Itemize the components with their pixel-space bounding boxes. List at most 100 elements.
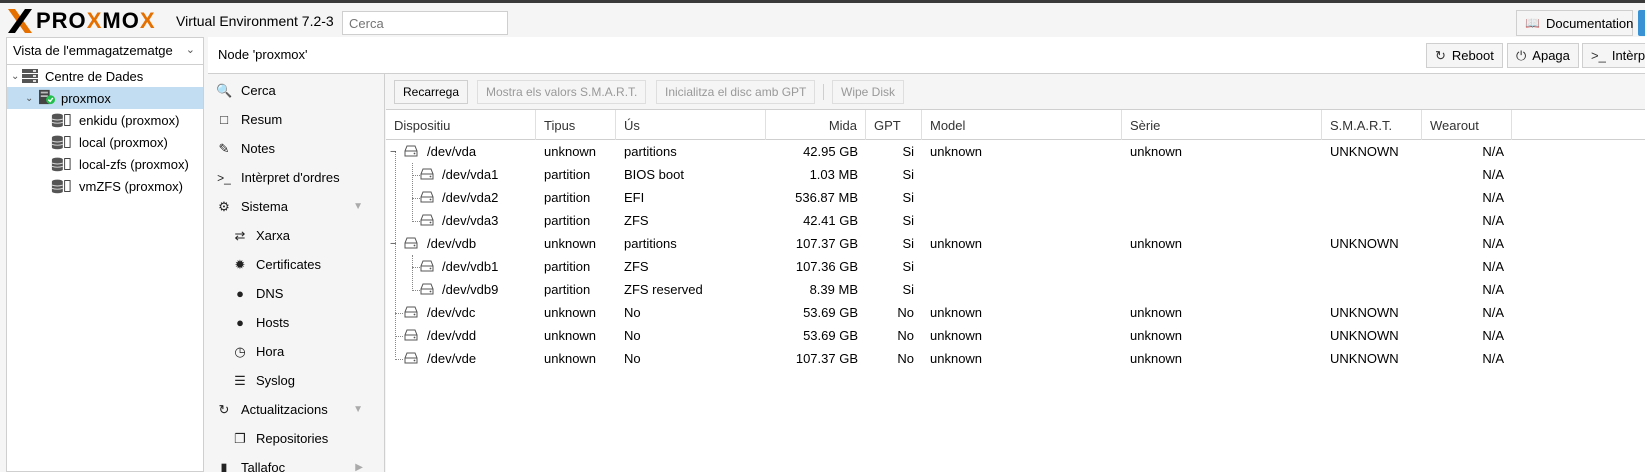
menu-item-hosts[interactable]: ● Hosts: [208, 308, 385, 337]
cell-gpt: Si: [902, 282, 914, 297]
table-row[interactable]: /dev/vde unknown No 107.37 GB No unknown…: [386, 347, 1645, 370]
cell-type: partition: [544, 190, 591, 205]
table-row[interactable]: − /dev/vdb unknown partitions 107.37 GB …: [386, 232, 1645, 255]
shutdown-button[interactable]: ⏻ Apaga: [1507, 43, 1579, 68]
table-row[interactable]: /dev/vda3 partition ZFS 42.41 GB Si N/A: [386, 209, 1645, 232]
menu-item-certificates[interactable]: ✹ Certificates: [208, 250, 385, 279]
collapse-toggle-icon[interactable]: −: [390, 146, 396, 158]
shell-label: Intèrpre: [1611, 48, 1645, 63]
tree-item-label: enkidu (proxmox): [79, 112, 180, 128]
column-header-serial[interactable]: Sèrie: [1122, 110, 1322, 140]
hdd-icon: [420, 283, 434, 295]
collapse-toggle-icon[interactable]: ⌄: [11, 71, 19, 82]
product-version: Virtual Environment 7.2-3: [176, 13, 334, 29]
table-row[interactable]: /dev/vdb9 partition ZFS reserved 8.39 MB…: [386, 278, 1645, 301]
menu-item-dns[interactable]: ● DNS: [208, 279, 385, 308]
cell-size: 107.37 GB: [795, 351, 858, 366]
hdd-icon: [420, 168, 434, 180]
menu-item-summary[interactable]: □ Resum: [208, 105, 385, 134]
menu-item-syslog[interactable]: ☰ Syslog: [208, 366, 385, 395]
cell-wearout: N/A: [1482, 282, 1504, 297]
menu-item-system[interactable]: ⚙ Sistema ▼: [208, 192, 385, 221]
cell-size: 53.69 GB: [803, 328, 858, 343]
menu-item-updates[interactable]: ↻ Actualitzacions ▼: [208, 395, 385, 424]
show-smart-button[interactable]: Mostra els valors S.M.A.R.T.: [477, 80, 647, 104]
reboot-button[interactable]: ↻ Reboot: [1426, 43, 1503, 68]
menu-item-network[interactable]: ⇄ Xarxa: [208, 221, 385, 250]
tree-item-storage-local-zfs[interactable]: local-zfs (proxmox): [7, 153, 203, 175]
documentation-button[interactable]: 📖 Documentation: [1516, 10, 1633, 36]
cell-usage: ZFS: [624, 213, 649, 228]
menu-item-repositories[interactable]: ❐ Repositories: [208, 424, 385, 453]
column-header-device[interactable]: Dispositiu: [386, 110, 536, 140]
cell-gpt: Si: [902, 213, 914, 228]
view-selector[interactable]: Vista de l'emmagatzematge ⌄: [7, 38, 203, 65]
book-icon: 📖: [1525, 16, 1540, 30]
tree-item-storage-vmzfs[interactable]: vmZFS (proxmox): [7, 175, 203, 197]
list-icon: ☰: [234, 372, 246, 388]
cell-usage: No: [624, 351, 641, 366]
tree-item-storage-local[interactable]: local (proxmox): [7, 131, 203, 153]
tree-item-label: Centre de Dades: [45, 68, 144, 84]
cell-usage: No: [624, 305, 641, 320]
column-header-usage[interactable]: Ús: [616, 110, 766, 140]
collapse-toggle-icon[interactable]: −: [390, 238, 396, 250]
column-header-type[interactable]: Tipus: [536, 110, 616, 140]
globe-icon: ●: [236, 286, 244, 301]
view-selector-value: Vista de l'emmagatzematge: [13, 43, 173, 58]
table-row[interactable]: /dev/vdc unknown No 53.69 GB No unknown …: [386, 301, 1645, 324]
shell-button[interactable]: >_ Intèrpre: [1582, 43, 1645, 68]
menu-item-label: Notes: [241, 141, 275, 156]
cell-gpt: Si: [902, 259, 914, 274]
cell-type: partition: [544, 282, 591, 297]
cell-model: unknown: [930, 351, 983, 366]
reload-button[interactable]: Recarrega: [394, 80, 469, 104]
tree-item-datacenter[interactable]: ⌄ Centre de Dades: [7, 65, 203, 87]
table-row[interactable]: /dev/vda1 partition BIOS boot 1.03 MB Si…: [386, 163, 1645, 186]
toolbar-separator: [823, 84, 824, 100]
hdd-icon: [420, 214, 434, 226]
column-header-model[interactable]: Model: [922, 110, 1122, 140]
menu-item-shell[interactable]: >_ Intèrpret d'ordres: [208, 163, 385, 192]
menu-item-label: Hora: [256, 344, 285, 359]
cell-device: /dev/vde: [427, 351, 477, 366]
hdd-icon: [404, 306, 418, 318]
shutdown-label: Apaga: [1532, 48, 1570, 63]
tree-item-node-proxmox[interactable]: ⌄ proxmox: [7, 87, 203, 109]
column-header-size[interactable]: Mida: [766, 110, 866, 140]
tree-item-storage-enkidu[interactable]: enkidu (proxmox): [7, 109, 203, 131]
table-row[interactable]: /dev/vdb1 partition ZFS 107.36 GB Si N/A: [386, 255, 1645, 278]
menu-item-notes[interactable]: ✎ Notes: [208, 134, 385, 163]
hdd-icon: [420, 260, 434, 272]
column-header-smart[interactable]: S.M.A.R.T.: [1322, 110, 1422, 140]
menu-item-time[interactable]: ◷ Hora: [208, 337, 385, 366]
menu-item-firewall[interactable]: ▮ Tallafoc ▶: [208, 453, 385, 472]
proxmox-logo[interactable]: PROXMOX: [6, 8, 156, 34]
cell-size: 107.36 GB: [795, 259, 858, 274]
cell-wearout: N/A: [1482, 259, 1504, 274]
wipe-disk-button[interactable]: Wipe Disk: [832, 80, 905, 104]
datacenter-icon: [22, 69, 38, 83]
column-header-gpt[interactable]: GPT: [866, 110, 922, 140]
menu-item-search[interactable]: 🔍 Cerca: [208, 76, 385, 105]
table-row[interactable]: − /dev/vda unknown partitions 42.95 GB S…: [386, 140, 1645, 163]
cell-smart: UNKNOWN: [1330, 328, 1399, 343]
cell-wearout: N/A: [1482, 167, 1504, 182]
menu-item-label: DNS: [256, 286, 284, 301]
menu-item-label: Hosts: [256, 315, 290, 330]
cell-device: /dev/vdc: [427, 305, 476, 320]
menu-item-label: Resum: [241, 112, 283, 127]
init-gpt-button[interactable]: Inicialitza el disc amb GPT: [656, 80, 816, 104]
create-vm-button[interactable]: [1638, 10, 1645, 36]
table-row[interactable]: /dev/vda2 partition EFI 536.87 MB Si N/A: [386, 186, 1645, 209]
hdd-icon: [404, 352, 418, 364]
cell-size: 53.69 GB: [803, 305, 858, 320]
cell-wearout: N/A: [1482, 213, 1504, 228]
collapse-toggle-icon[interactable]: ⌄: [25, 93, 33, 104]
cell-model: unknown: [930, 144, 983, 159]
table-row[interactable]: /dev/vdd unknown No 53.69 GB No unknown …: [386, 324, 1645, 347]
cell-serial: unknown: [1130, 351, 1183, 366]
node-online-icon: [39, 89, 55, 105]
global-search-input[interactable]: [342, 11, 508, 35]
column-header-wearout[interactable]: Wearout: [1422, 110, 1512, 140]
